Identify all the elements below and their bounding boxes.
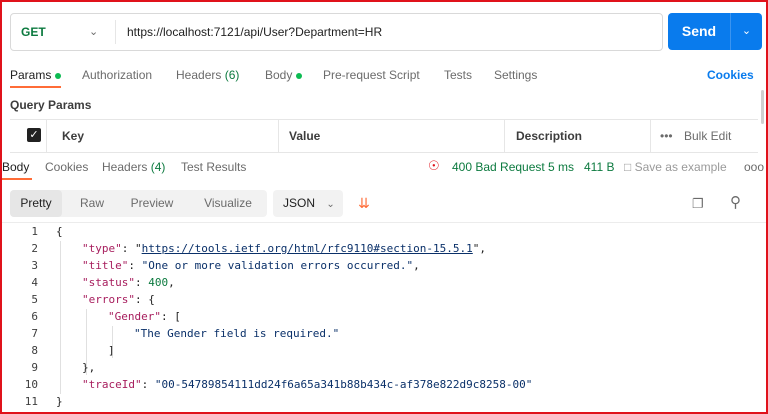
line-number: 2 — [31, 242, 38, 255]
json-key: "title" — [82, 259, 129, 272]
line-number: 3 — [31, 259, 38, 272]
tab-pre-request-script[interactable]: Pre-request Script — [323, 65, 420, 85]
column-key: Key — [62, 129, 85, 143]
line-number: 8 — [31, 344, 38, 357]
code-line: "The Gender field is required." — [134, 327, 339, 340]
json-string: "The Gender field is required." — [134, 327, 340, 340]
code-line: "type": "https://tools.ietf.org/html/rfc… — [82, 242, 487, 255]
response-tab-test-results[interactable]: Test Results — [181, 158, 246, 176]
chevron-down-icon[interactable]: ⌄ — [731, 13, 762, 50]
json-key: "status" — [82, 276, 135, 289]
chevron-down-icon: ⌄ — [326, 199, 335, 210]
tab-label: Headers — [176, 68, 222, 82]
tab-label: Body — [265, 68, 293, 82]
postman-window: GET ⌄ https://localhost:7121/api/User?De… — [0, 0, 768, 414]
code-line: { — [56, 225, 63, 238]
tab-settings[interactable]: Settings — [494, 65, 537, 85]
wrap-lines-icon[interactable]: ⇊ — [349, 190, 379, 217]
line-number: 1 — [31, 225, 38, 238]
body-format-group: Pretty Raw Preview Visualize — [10, 190, 267, 217]
status-dot-icon — [55, 72, 62, 79]
json-key: "errors" — [82, 293, 135, 306]
response-body-code[interactable]: 1 2 3 4 5 6 7 8 9 10 11 { "type": "https… — [2, 223, 766, 412]
line-number: 11 — [24, 395, 38, 408]
divider — [650, 120, 651, 152]
more-dots-icon[interactable]: ••• — [660, 120, 673, 152]
response-tab-body[interactable]: Body — [2, 158, 29, 176]
line-number: 9 — [31, 361, 38, 374]
json-key: "type" — [82, 242, 122, 255]
line-number: 5 — [31, 293, 38, 306]
json-number: 400 — [148, 276, 169, 289]
save-icon: □ — [624, 160, 632, 174]
divider — [115, 20, 116, 44]
column-value: Value — [289, 129, 321, 143]
divider — [46, 120, 47, 152]
line-number: 7 — [31, 327, 38, 340]
code-line: "traceId": "00-54789854111dd24f6a65a341b… — [82, 378, 533, 391]
active-tab-underline — [10, 86, 61, 88]
scrollbar[interactable] — [761, 90, 764, 124]
response-tab-cookies[interactable]: Cookies — [45, 158, 88, 176]
json-key: "traceId" — [82, 378, 142, 391]
response-time[interactable]: 5 ms — [548, 158, 574, 176]
code-line: "title": "One or more validation errors … — [82, 259, 420, 272]
json-string: "One or more validation errors occurred.… — [141, 259, 414, 272]
indent-guide — [60, 241, 61, 394]
tab-label: Headers — [102, 160, 148, 174]
language-select[interactable]: JSON ⌄ — [273, 190, 343, 217]
bulk-edit-button[interactable]: Bulk Edit — [684, 120, 731, 152]
tab-label: Params — [10, 68, 52, 82]
globe-error-icon[interactable]: ☉ — [428, 159, 442, 173]
code-line: "status": 400, — [82, 276, 175, 289]
json-string: "00-54789854111dd24f6a65a341b88b434c-af3… — [154, 378, 533, 391]
json-link[interactable]: https://tools.ietf.org/html/rfc9110#sect… — [142, 242, 473, 255]
divider — [504, 120, 505, 152]
status-dot-icon — [296, 72, 303, 79]
code-line: "Gender": [ — [108, 310, 181, 323]
params-table-header: ✓ Key Value Description ••• Bulk Edit — [10, 119, 758, 153]
tab-tests[interactable]: Tests — [444, 65, 472, 85]
line-number: 4 — [31, 276, 38, 289]
format-raw[interactable]: Raw — [70, 190, 114, 217]
status-code[interactable]: 400 Bad Request — [452, 158, 545, 176]
code-line: } — [56, 395, 63, 408]
active-tab-underline — [2, 178, 32, 180]
tab-count: (6) — [224, 68, 240, 82]
check-icon[interactable]: ✓ — [27, 128, 41, 142]
send-button-label[interactable]: Send — [668, 13, 730, 50]
method-select[interactable]: GET — [21, 14, 46, 50]
cookies-link[interactable]: Cookies — [707, 65, 754, 85]
query-params-title: Query Params — [10, 98, 92, 112]
json-key: "Gender" — [108, 310, 161, 323]
copy-icon[interactable]: ❐ — [692, 196, 708, 212]
format-preview[interactable]: Preview — [122, 190, 182, 217]
save-as-example-button[interactable]: □ Save as example — [624, 158, 727, 176]
response-size[interactable]: 411 B — [584, 158, 614, 176]
save-as-example-label: Save as example — [634, 160, 727, 174]
code-line: }, — [82, 361, 96, 374]
response-tab-headers[interactable]: Headers (4) — [102, 158, 165, 176]
send-button[interactable]: Send ⌄ — [668, 13, 762, 50]
language-label: JSON — [283, 196, 316, 210]
tab-params[interactable]: Params — [10, 65, 62, 85]
url-input[interactable]: https://localhost:7121/api/User?Departme… — [127, 14, 382, 50]
code-line: ] — [108, 344, 115, 357]
tab-count: (4) — [150, 160, 166, 174]
tab-body[interactable]: Body — [265, 65, 303, 85]
code-line: "errors": { — [82, 293, 155, 306]
divider — [278, 120, 279, 152]
line-number: 6 — [31, 310, 38, 323]
tab-headers[interactable]: Headers (6) — [176, 65, 239, 85]
column-description: Description — [516, 129, 583, 143]
request-bar: GET ⌄ https://localhost:7121/api/User?De… — [10, 13, 663, 51]
format-visualize[interactable]: Visualize — [190, 190, 266, 217]
format-pretty[interactable]: Pretty — [10, 190, 62, 217]
chevron-down-icon[interactable]: ⌄ — [89, 14, 98, 50]
more-options-icon[interactable]: ooo — [744, 158, 764, 176]
line-number: 10 — [24, 378, 38, 391]
tab-authorization[interactable]: Authorization — [82, 65, 152, 85]
search-icon[interactable]: ⚲ — [730, 195, 746, 211]
